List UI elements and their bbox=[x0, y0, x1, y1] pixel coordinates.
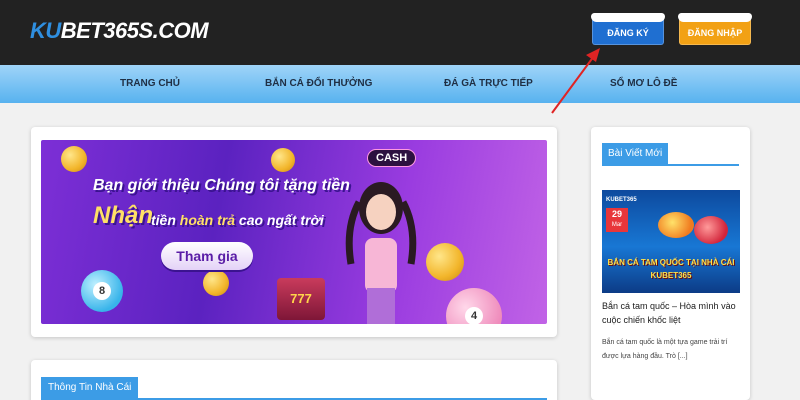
banner-card: Bạn giới thiệu Chúng tôi tặng tiền Nhận … bbox=[31, 127, 557, 337]
banner-receive-text: Nhận bbox=[93, 202, 153, 229]
post-thumbnail[interactable]: KUBET365 29 Mar BẮN CÁ TAM QUỐC TẠI NHÀ … bbox=[602, 190, 740, 293]
post-title-link[interactable]: Bắn cá tam quốc – Hòa mình vào cuộc chiế… bbox=[602, 299, 742, 327]
thumb-caption-line2: KUBET365 bbox=[650, 271, 692, 280]
site-header: KUBET365S.COM ĐĂNG KÝ ĐĂNG NHẬP bbox=[0, 0, 800, 65]
logo-text: BET365S.COM bbox=[60, 18, 209, 43]
model-illustration bbox=[345, 182, 417, 324]
post-date-badge: 29 Mar bbox=[606, 208, 628, 232]
banner-sub-pre: tiền bbox=[151, 212, 180, 228]
join-button[interactable]: Tham gia bbox=[161, 242, 253, 270]
sidebar-recent-posts: Bài Viết Mới KUBET365 29 Mar BẮN CÁ TAM … bbox=[591, 127, 750, 400]
logo-prefix: KU bbox=[30, 18, 61, 43]
coin-icon bbox=[61, 146, 87, 172]
slot-machine-icon: 777 bbox=[277, 278, 325, 320]
thumb-logo: KUBET365 bbox=[606, 197, 637, 203]
casino-info-card: Thông Tin Nhà Cái bbox=[31, 360, 557, 400]
post-excerpt: Bắn cá tam quốc là một tựa game trải trí… bbox=[602, 339, 728, 360]
thumb-caption-line1: BẮN CÁ TAM QUỐC TẠI NHÀ CÁI bbox=[607, 258, 735, 267]
ball-number: 8 bbox=[93, 282, 111, 300]
section-title: Thông Tin Nhà Cái bbox=[41, 377, 139, 399]
banner-headline: Bạn giới thiệu Chúng tôi tặng tiền bbox=[93, 177, 350, 194]
promo-banner[interactable]: Bạn giới thiệu Chúng tôi tặng tiền Nhận … bbox=[41, 140, 547, 324]
coin-icon bbox=[426, 243, 464, 281]
nav-item-home[interactable]: TRANG CHỦ bbox=[120, 65, 180, 103]
login-button[interactable]: ĐĂNG NHẬP bbox=[678, 13, 752, 45]
banner-sub-post: cao ngất trời bbox=[235, 212, 324, 228]
cash-tag: CASH bbox=[367, 149, 417, 167]
post-month: Mar bbox=[611, 222, 623, 228]
banner-sub-highlight: hoàn trả bbox=[179, 212, 236, 228]
sidebar-divider bbox=[602, 164, 739, 166]
nav-item-fish-shooting[interactable]: BẮN CÁ ĐỔI THƯỞNG bbox=[265, 65, 372, 103]
banner-subheadline: tiền hoàn trả cao ngất trời bbox=[151, 212, 324, 228]
coin-icon bbox=[203, 270, 229, 296]
nav-item-lottery-dreams[interactable]: SỔ MƠ LÔ ĐỀ bbox=[610, 65, 677, 103]
nav-item-cockfighting[interactable]: ĐÁ GÀ TRỰC TIẾP bbox=[444, 65, 533, 103]
coin-icon bbox=[271, 148, 295, 172]
post-day: 29 bbox=[611, 209, 622, 219]
sidebar-title: Bài Viết Mới bbox=[602, 143, 669, 165]
fish-icon bbox=[694, 216, 728, 244]
thumb-caption: BẮN CÁ TAM QUỐC TẠI NHÀ CÁI KUBET365 bbox=[602, 256, 740, 282]
lottery-ball-icon: 8 bbox=[81, 270, 123, 312]
register-button[interactable]: ĐĂNG KÝ bbox=[591, 13, 665, 45]
site-logo[interactable]: KUBET365S.COM bbox=[30, 18, 209, 44]
lottery-ball-icon: 4 bbox=[446, 288, 502, 324]
main-nav: TRANG CHỦ BẮN CÁ ĐỔI THƯỞNG ĐÁ GÀ TRỰC T… bbox=[0, 65, 800, 103]
ball-number: 4 bbox=[465, 307, 483, 324]
fish-icon bbox=[658, 212, 694, 238]
